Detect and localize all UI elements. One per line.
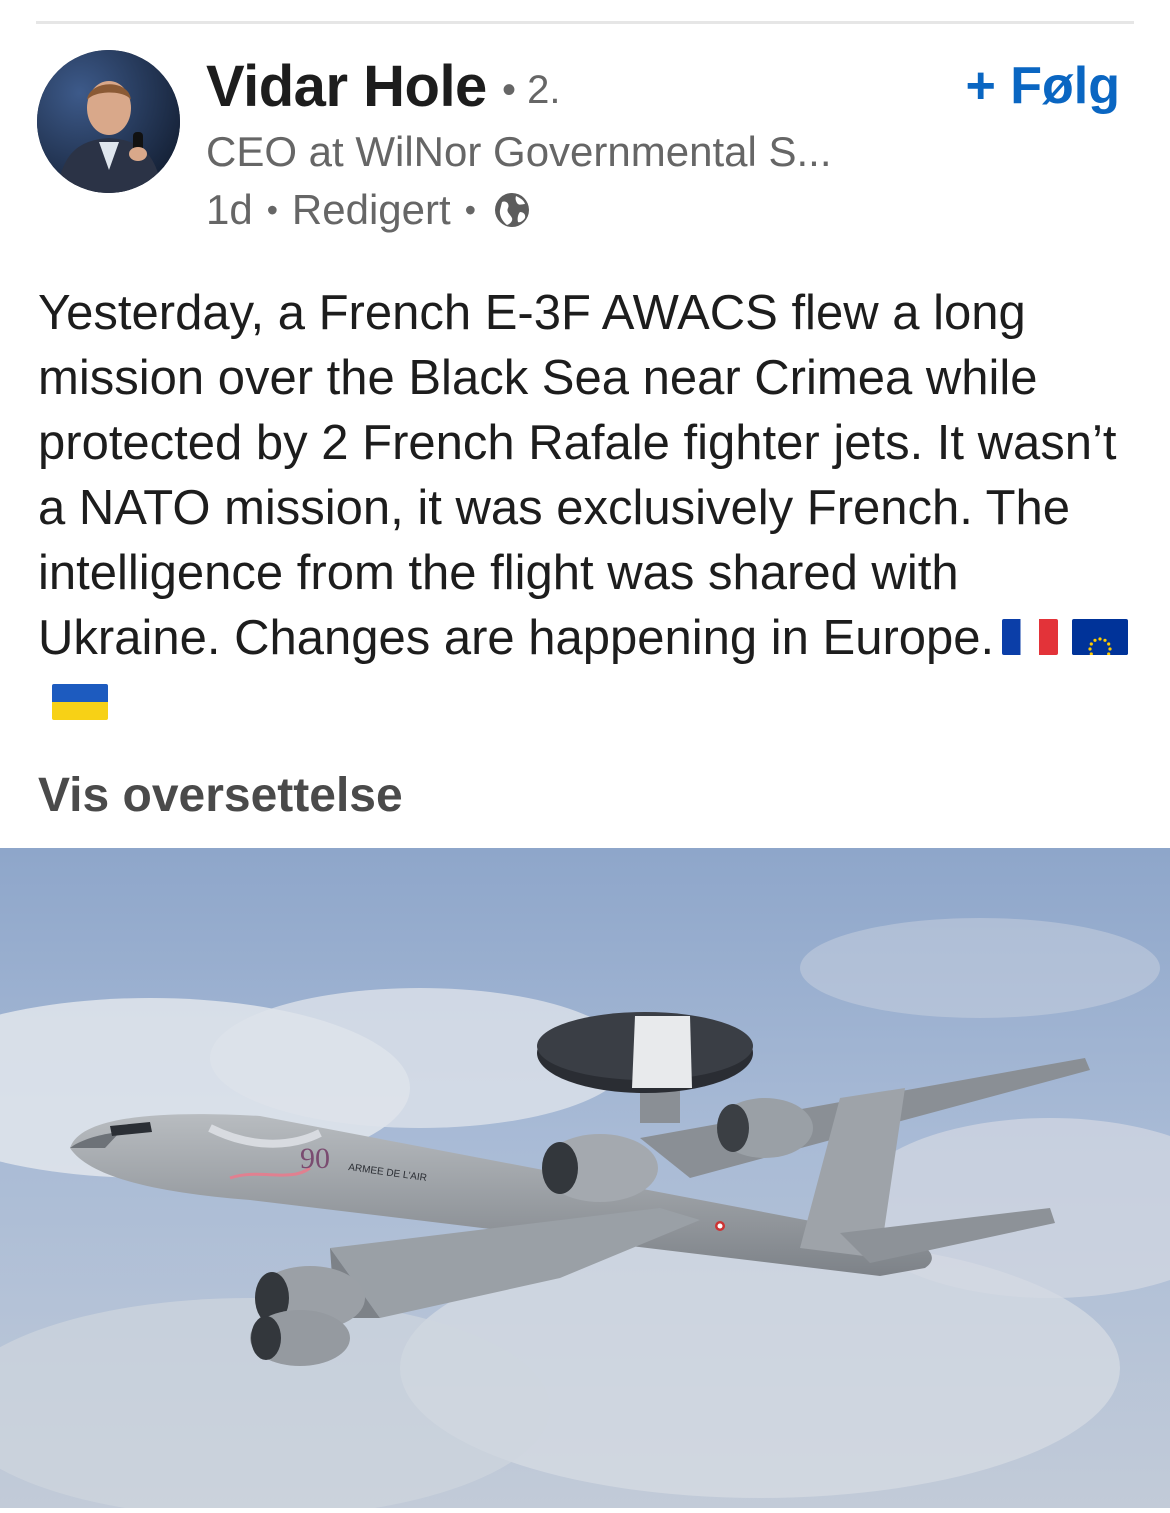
- avatar[interactable]: [37, 50, 180, 193]
- separator-dot: •: [266, 191, 278, 228]
- post-image[interactable]: 90 ARMEE DE L'AIR: [0, 848, 1170, 1508]
- top-divider: [36, 21, 1134, 24]
- connection-degree: • 2.: [502, 68, 561, 112]
- post-time: 1d: [206, 186, 253, 233]
- translate-link[interactable]: Vis oversettelse: [38, 768, 403, 823]
- post-text: Yesterday, a French E-3F AWACS flew a lo…: [38, 286, 1117, 665]
- post-body: Yesterday, a French E-3F AWACS flew a lo…: [38, 281, 1138, 736]
- separator-dot: •: [464, 191, 476, 228]
- globe-icon: [492, 190, 532, 230]
- bottom-strip: [0, 1508, 1170, 1513]
- flag-eu-icon: [1072, 619, 1129, 656]
- anniversary-mark: 90: [300, 1142, 330, 1175]
- flag-ukraine-icon: [52, 684, 108, 721]
- edited-label: Redigert: [291, 186, 451, 233]
- follow-button[interactable]: + Følg: [965, 56, 1120, 116]
- author-name[interactable]: Vidar Hole: [206, 53, 487, 120]
- post-meta: 1d • Redigert •: [206, 186, 532, 234]
- flag-france-icon: [1002, 619, 1059, 656]
- author-headline: CEO at WilNor Governmental S...: [206, 128, 832, 175]
